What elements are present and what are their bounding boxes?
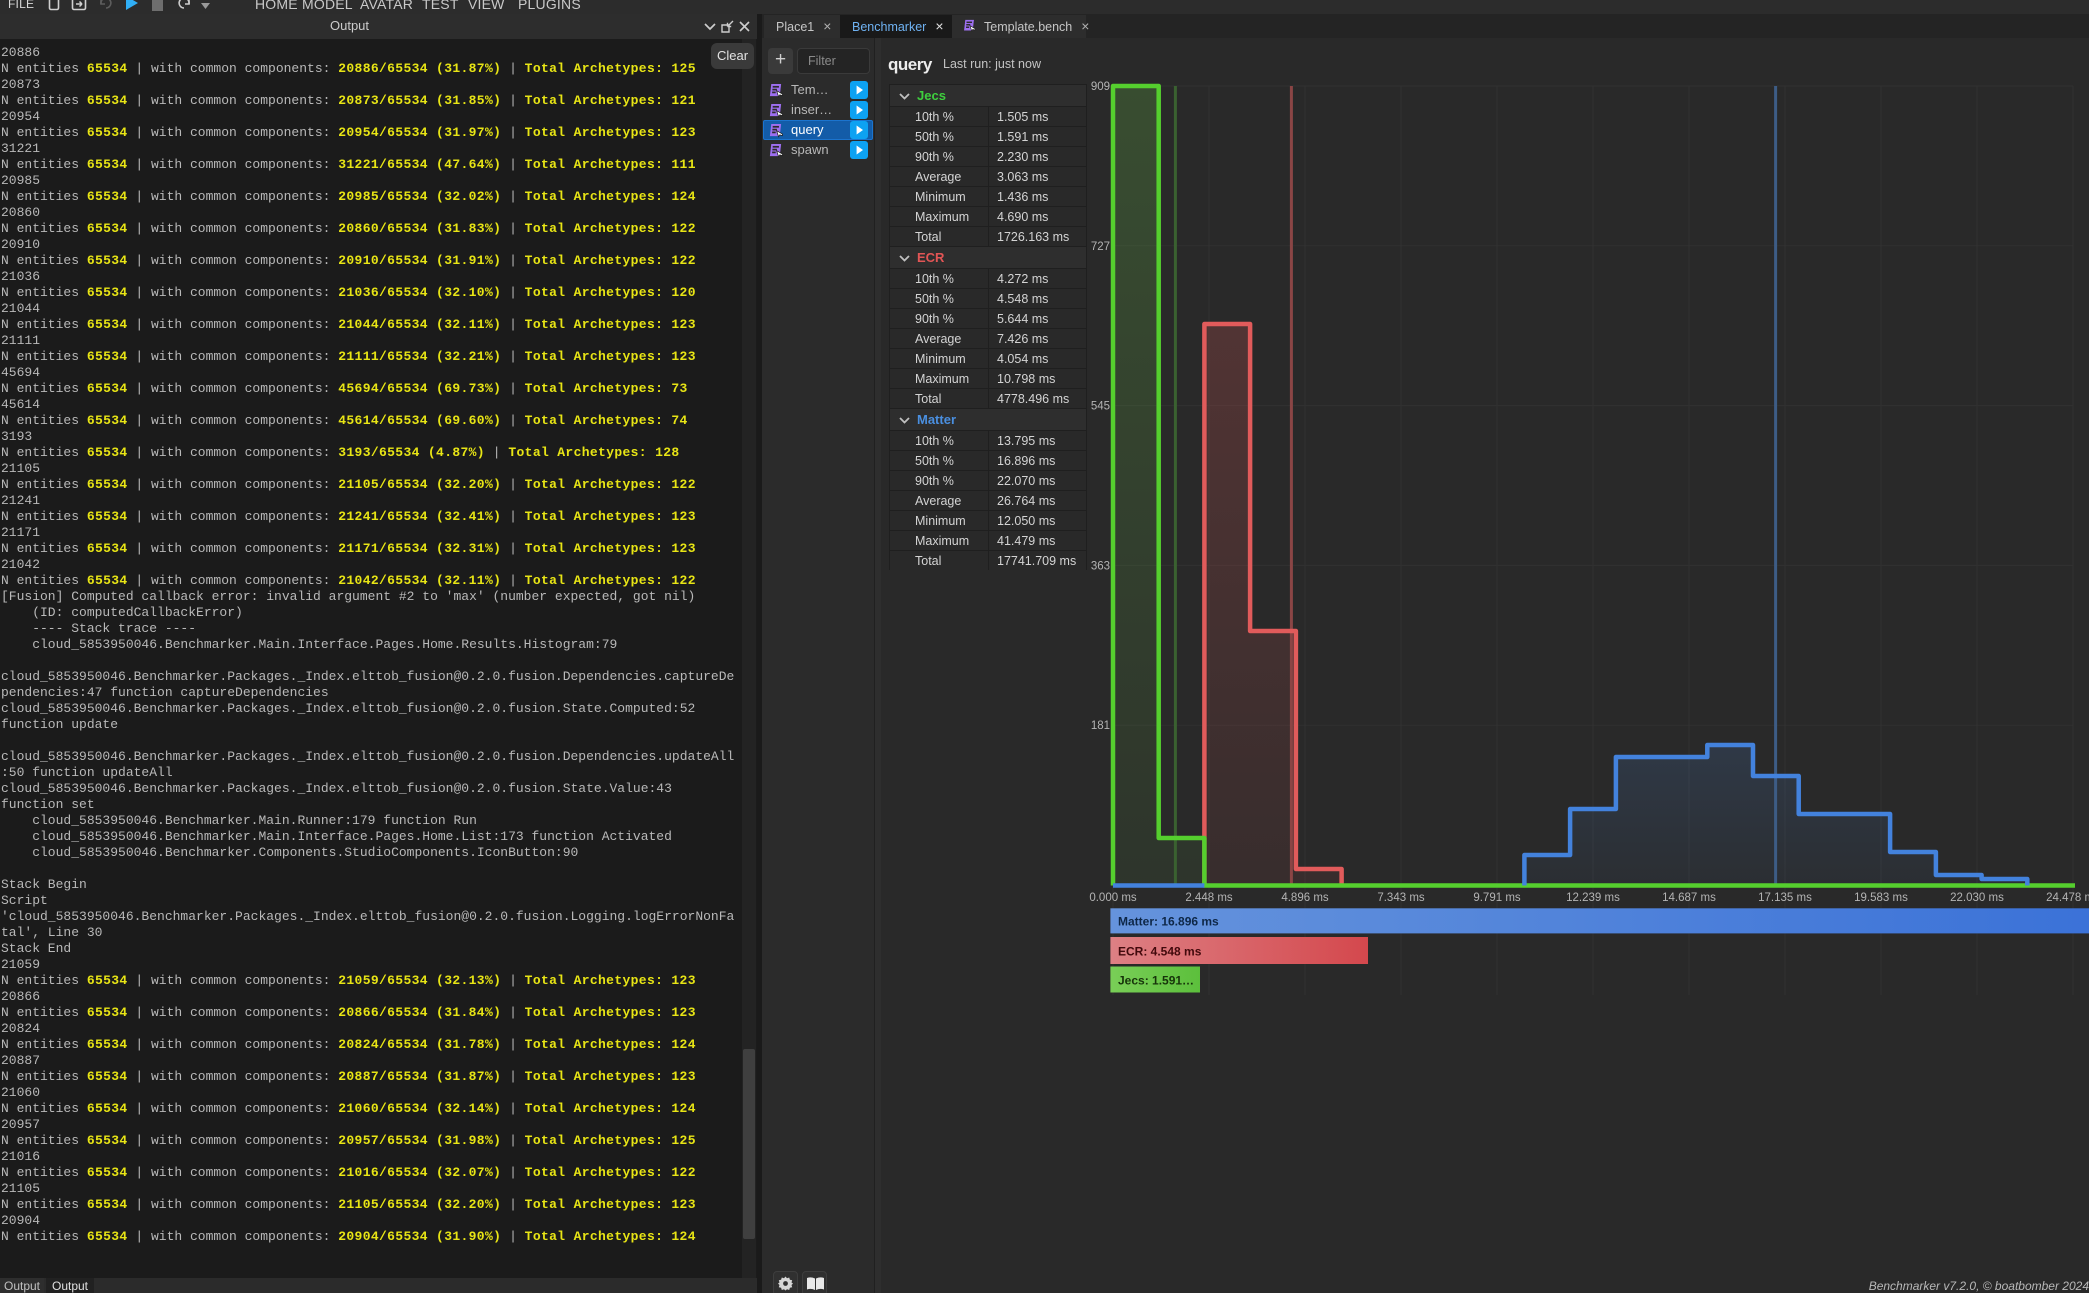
svg-text:12.239 ms: 12.239 ms [1566,892,1620,904]
svg-text:ECR: 4.548 ms: ECR: 4.548 ms [1118,945,1202,959]
svg-text:545: 545 [1091,401,1110,413]
svg-text:Jecs: 1.591…: Jecs: 1.591… [1118,974,1194,988]
svg-text:24.478 ms: 24.478 ms [2046,892,2089,904]
svg-text:Matter: 16.896 ms: Matter: 16.896 ms [1118,915,1219,929]
svg-text:363: 363 [1091,560,1110,572]
svg-text:7.343 ms: 7.343 ms [1377,892,1425,904]
svg-text:2.448 ms: 2.448 ms [1185,892,1233,904]
svg-text:14.687 ms: 14.687 ms [1662,892,1716,904]
svg-text:9.791 ms: 9.791 ms [1473,892,1521,904]
svg-text:727: 727 [1091,241,1110,253]
svg-text:0.000 ms: 0.000 ms [1089,892,1137,904]
svg-text:19.583 ms: 19.583 ms [1854,892,1908,904]
svg-text:4.896 ms: 4.896 ms [1281,892,1329,904]
svg-text:909: 909 [1091,81,1110,93]
svg-text:17.135 ms: 17.135 ms [1758,892,1812,904]
svg-text:181: 181 [1091,720,1110,732]
svg-text:22.030 ms: 22.030 ms [1950,892,2004,904]
